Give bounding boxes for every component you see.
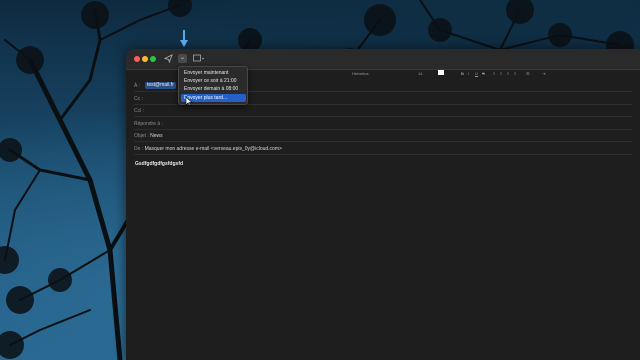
align-right-icon[interactable]: ≡ bbox=[507, 71, 509, 76]
paper-plane-icon[interactable] bbox=[163, 53, 173, 66]
bold-button[interactable]: B bbox=[461, 71, 464, 76]
from-field[interactable]: De : Masquer mon adresse e-mail <verseau… bbox=[134, 144, 632, 155]
list-icon[interactable]: ☰ bbox=[526, 71, 530, 76]
text-color-swatch[interactable] bbox=[438, 70, 444, 75]
mouse-pointer-icon bbox=[185, 96, 193, 106]
strikethrough-button[interactable]: S bbox=[482, 71, 485, 76]
justify-icon[interactable]: ≡ bbox=[514, 71, 516, 76]
italic-button[interactable]: I bbox=[468, 71, 469, 76]
from-label: De : bbox=[134, 146, 144, 152]
reply-to-field[interactable]: Répondre à : bbox=[134, 119, 632, 130]
subject-field[interactable]: Objet : News bbox=[134, 131, 632, 142]
menu-item-send-tonight[interactable]: Envoyer ce soir à 21:00 bbox=[181, 77, 246, 85]
subject-label: Objet : bbox=[134, 133, 149, 139]
minimize-window-button[interactable] bbox=[142, 56, 148, 62]
recipient-chip[interactable]: test@mail.fr bbox=[145, 82, 176, 89]
annotation-arrow-icon bbox=[180, 30, 188, 47]
to-label: À : bbox=[134, 83, 141, 89]
indent-icon[interactable]: ⇥ bbox=[542, 71, 545, 76]
font-name-select[interactable]: Helvetica bbox=[352, 71, 368, 76]
align-center-icon[interactable]: ≡ bbox=[500, 71, 502, 76]
reply-to-label: Répondre à : bbox=[134, 121, 163, 127]
from-value[interactable]: Masquer mon adresse e-mail <verseau.epis… bbox=[145, 146, 282, 152]
menu-item-send-tomorrow[interactable]: Envoyer demain à 08:00 bbox=[181, 85, 246, 93]
close-window-button[interactable] bbox=[134, 56, 140, 62]
align-left-icon[interactable]: ≡ bbox=[493, 71, 495, 76]
message-body[interactable]: Gsdfgdfgdfgsfdgsfd bbox=[135, 161, 183, 167]
subject-value[interactable]: News bbox=[150, 133, 163, 139]
cc-label: Cc : bbox=[134, 96, 143, 102]
chevron-down-icon: ⌄ bbox=[179, 55, 186, 61]
envelope-header-icon[interactable] bbox=[193, 54, 205, 66]
send-options-button[interactable]: ⌄ bbox=[178, 54, 187, 63]
bcc-field[interactable]: Cci : bbox=[134, 106, 632, 117]
font-size-select[interactable]: 14 bbox=[418, 71, 422, 76]
underline-button[interactable]: U bbox=[475, 71, 478, 76]
menu-item-send-now[interactable]: Envoyer maintenant bbox=[181, 69, 246, 77]
zoom-window-button[interactable] bbox=[150, 56, 156, 62]
bcc-label: Cci : bbox=[134, 108, 144, 114]
